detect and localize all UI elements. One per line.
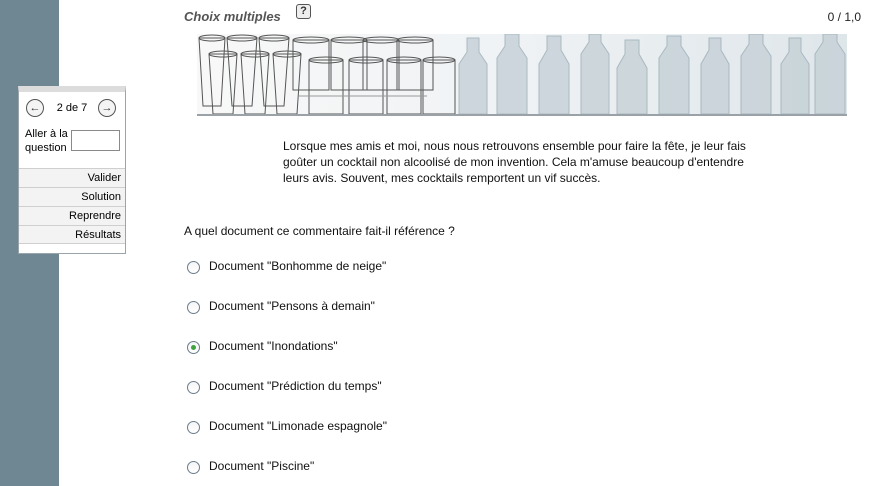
next-arrow-icon[interactable]: →: [98, 99, 116, 117]
answer-option[interactable]: Document "Inondations": [187, 338, 467, 358]
option-label: Document "Pensons à demain": [209, 299, 375, 313]
radio-button[interactable]: [187, 261, 200, 274]
menu-item-valider[interactable]: Valider: [19, 168, 125, 187]
radio-button[interactable]: [187, 301, 200, 314]
menu-item-solution[interactable]: Solution: [19, 187, 125, 206]
action-menu: Valider Solution Reprendre Résultats: [19, 168, 125, 244]
option-label: Document "Piscine": [209, 459, 315, 473]
passage-text: Lorsque mes amis et moi, nous nous retro…: [283, 139, 746, 185]
option-label: Document "Bonhomme de neige": [209, 259, 387, 273]
help-icon[interactable]: ?: [296, 4, 311, 19]
radio-button[interactable]: [187, 461, 200, 474]
option-label: Document "Inondations": [209, 339, 338, 353]
prev-arrow-icon[interactable]: ←: [26, 99, 44, 117]
answer-option[interactable]: Document "Pensons à demain": [187, 298, 467, 318]
question-prompt: A quel document ce commentaire fait-il r…: [184, 224, 455, 238]
score-display: 0 / 1,0: [827, 10, 861, 24]
goto-question-label: Aller à la question: [25, 128, 68, 154]
radio-button-selected[interactable]: [187, 341, 200, 354]
glasses-bottles-illustration: [198, 34, 846, 114]
banner-image: [197, 34, 847, 116]
goto-question-input[interactable]: [71, 130, 120, 151]
question-type-title: Choix multiples: [184, 9, 281, 24]
radio-button[interactable]: [187, 381, 200, 394]
menu-item-reprendre[interactable]: Reprendre: [19, 206, 125, 225]
answer-option[interactable]: Document "Bonhomme de neige": [187, 258, 467, 278]
option-label: Document "Prédiction du temps": [209, 379, 382, 393]
pagination-row: ← 2 de 7 →: [19, 98, 125, 118]
option-label: Document "Limonade espagnole": [209, 419, 387, 433]
answer-option[interactable]: Document "Prédiction du temps": [187, 378, 467, 398]
answer-option[interactable]: Document "Piscine": [187, 458, 467, 478]
answer-option[interactable]: Document "Limonade espagnole": [187, 418, 467, 438]
radio-button[interactable]: [187, 421, 200, 434]
page-indicator: 2 de 7: [56, 102, 88, 114]
menu-item-resultats[interactable]: Résultats: [19, 225, 125, 244]
navigation-panel: ← 2 de 7 → Aller à la question Valider S…: [18, 86, 126, 254]
